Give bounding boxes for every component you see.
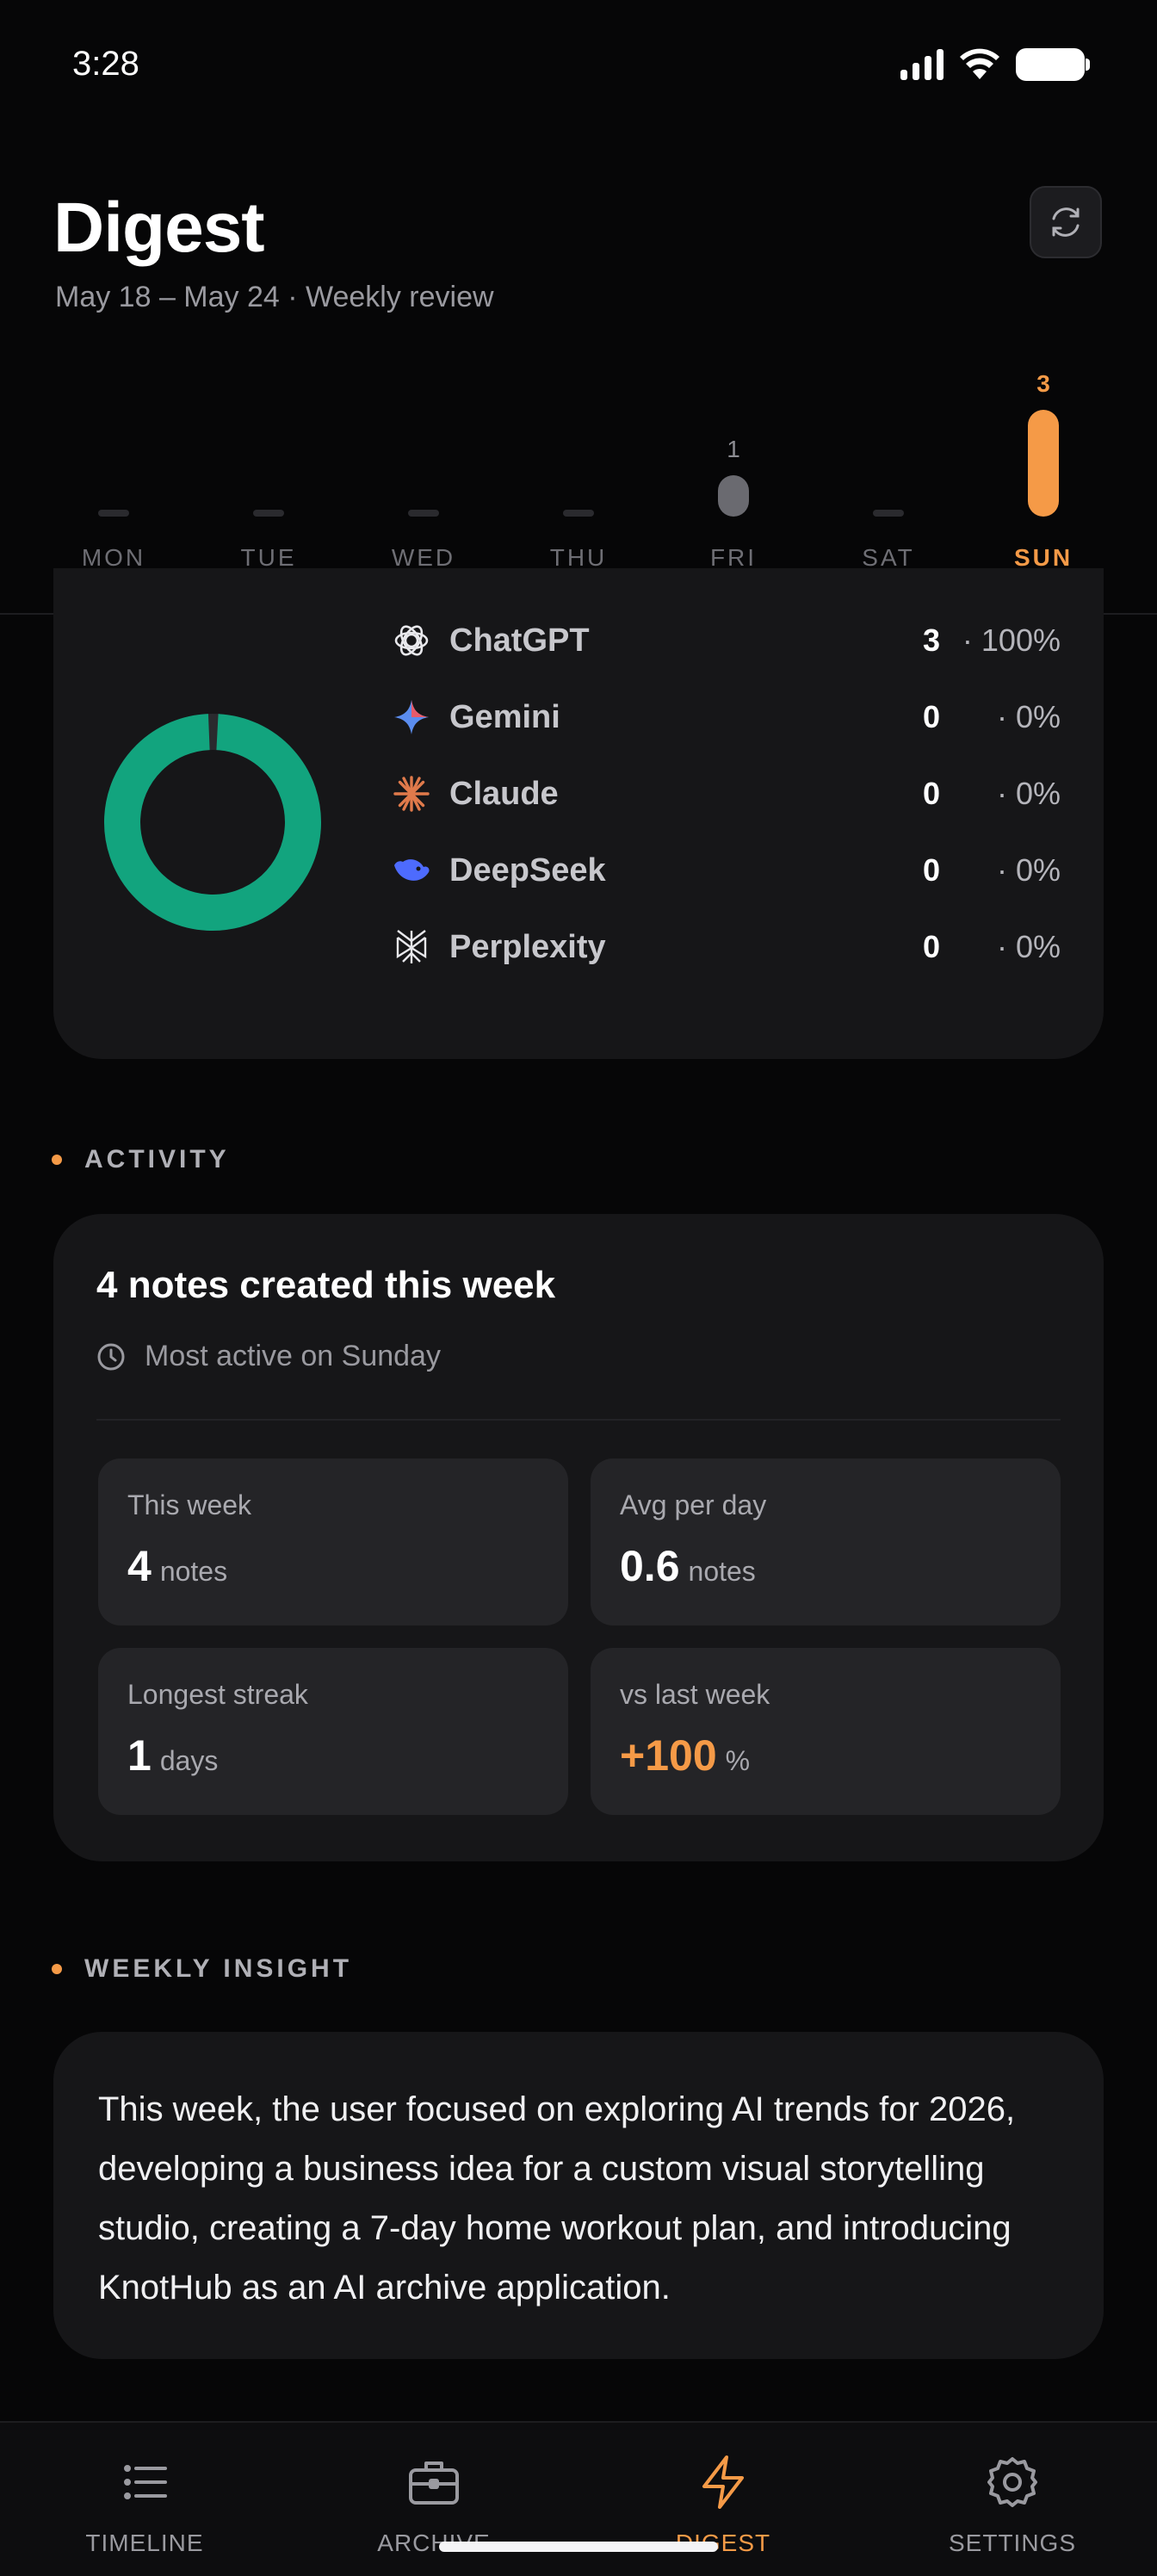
stat-this-week: This week 4 notes bbox=[98, 1458, 568, 1625]
nav-settings[interactable]: SETTINGS bbox=[868, 2454, 1157, 2557]
date-range-subtitle: May 18 – May 24 · Weekly review bbox=[55, 281, 494, 313]
model-percent: · 0% bbox=[996, 776, 1061, 811]
insight-section-label: WEEKLY INSIGHT bbox=[52, 1954, 352, 1984]
day-bar-fri bbox=[718, 475, 749, 517]
model-row-chatgpt: ChatGPT 3 · 100% bbox=[389, 615, 1061, 666]
refresh-icon bbox=[1052, 207, 1080, 237]
stat-longest-streak: Longest streak 1 days bbox=[98, 1648, 568, 1815]
wifi-icon bbox=[960, 48, 999, 79]
model-count: 0 bbox=[922, 929, 940, 964]
weekly-insight-text: This week, the user focused on exploring… bbox=[98, 2090, 1016, 2307]
model-percent: · 0% bbox=[996, 929, 1061, 964]
day-count-sun: 3 bbox=[1036, 370, 1050, 397]
day-column-sat: SAT bbox=[828, 353, 949, 585]
digest-icon bbox=[702, 2455, 744, 2509]
model-row-claude: Claude 0 · 0% bbox=[389, 768, 1061, 820]
model-count: 3 bbox=[922, 622, 940, 658]
model-row-deepseek: DeepSeek 0 · 0% bbox=[389, 845, 1061, 896]
page-title: Digest bbox=[53, 189, 265, 267]
activity-section-label: ACTIVITY bbox=[52, 1145, 230, 1174]
model-name: ChatGPT bbox=[449, 622, 590, 659]
chatgpt-icon bbox=[389, 618, 434, 663]
settings-icon bbox=[987, 2457, 1037, 2507]
model-count: 0 bbox=[922, 776, 940, 811]
nav-timeline[interactable]: TIMELINE bbox=[0, 2454, 289, 2557]
day-count-fri: 1 bbox=[727, 436, 740, 462]
donut-segment-chatgpt bbox=[103, 714, 321, 931]
refresh-button[interactable] bbox=[1030, 186, 1102, 258]
day-column-mon: MON bbox=[53, 353, 174, 585]
day-column-thu: THU bbox=[518, 353, 639, 585]
home-indicator bbox=[439, 2542, 718, 2552]
model-name: DeepSeek bbox=[449, 851, 606, 889]
model-row-gemini: Gemini 0 · 0% bbox=[389, 691, 1061, 743]
day-bar-wed bbox=[408, 510, 439, 517]
model-name: Claude bbox=[449, 775, 559, 812]
perplexity-icon bbox=[389, 925, 434, 969]
section-dot bbox=[52, 1155, 62, 1165]
model-row-perplexity: Perplexity 0 · 0% bbox=[389, 921, 1061, 973]
signal-icon bbox=[900, 49, 944, 80]
day-bar-mon bbox=[98, 510, 129, 517]
archive-icon bbox=[409, 2461, 459, 2505]
model-percent: · 100% bbox=[962, 622, 1061, 658]
stat-avg-per-day: Avg per day 0.6 notes bbox=[591, 1458, 1061, 1625]
section-dot bbox=[52, 1964, 62, 1974]
status-time: 3:28 bbox=[72, 45, 139, 83]
most-active-row: Most active on Sunday bbox=[96, 1340, 441, 1373]
model-percent: · 0% bbox=[996, 852, 1061, 888]
status-icons bbox=[900, 48, 1090, 81]
day-bar-thu bbox=[563, 510, 594, 517]
model-count: 0 bbox=[922, 852, 940, 888]
battery-icon bbox=[1016, 48, 1090, 81]
model-name: Gemini bbox=[449, 698, 560, 735]
model-name: Perplexity bbox=[449, 928, 606, 965]
activity-title: 4 notes created this week bbox=[96, 1264, 556, 1306]
claude-icon bbox=[389, 771, 434, 816]
clock-icon bbox=[97, 1343, 125, 1370]
model-count: 0 bbox=[922, 699, 940, 734]
day-bar-sat bbox=[873, 510, 904, 517]
model-percent: · 0% bbox=[996, 699, 1061, 734]
most-active-text: Most active on Sunday bbox=[145, 1340, 441, 1372]
day-column-tue: TUE bbox=[208, 353, 329, 585]
stat-vs-last-week: vs last week +100% bbox=[591, 1648, 1061, 1815]
activity-divider bbox=[96, 1419, 1061, 1421]
timeline-icon bbox=[124, 2465, 167, 2499]
day-bar-tue bbox=[253, 510, 284, 517]
day-column-wed: WED bbox=[363, 353, 484, 585]
week-activity-chart: MON TUE WED THU 1 FRI SAT 3 SUN bbox=[53, 353, 1104, 585]
day-column-fri: 1 FRI bbox=[673, 353, 794, 585]
gemini-icon bbox=[389, 695, 434, 740]
day-column-sun: 3 SUN bbox=[983, 353, 1104, 585]
day-bar-sun bbox=[1028, 410, 1059, 517]
model-share-donut bbox=[103, 714, 321, 931]
bottom-nav: TIMELINE ARCHIVE DIGEST SETTINGS bbox=[0, 2421, 1157, 2576]
deepseek-icon bbox=[389, 848, 434, 893]
model-breakdown-card: ChatGPT 3 · 100% Gemini 0 · 0% Claude 0 · 0% Deep… bbox=[53, 568, 1104, 1059]
